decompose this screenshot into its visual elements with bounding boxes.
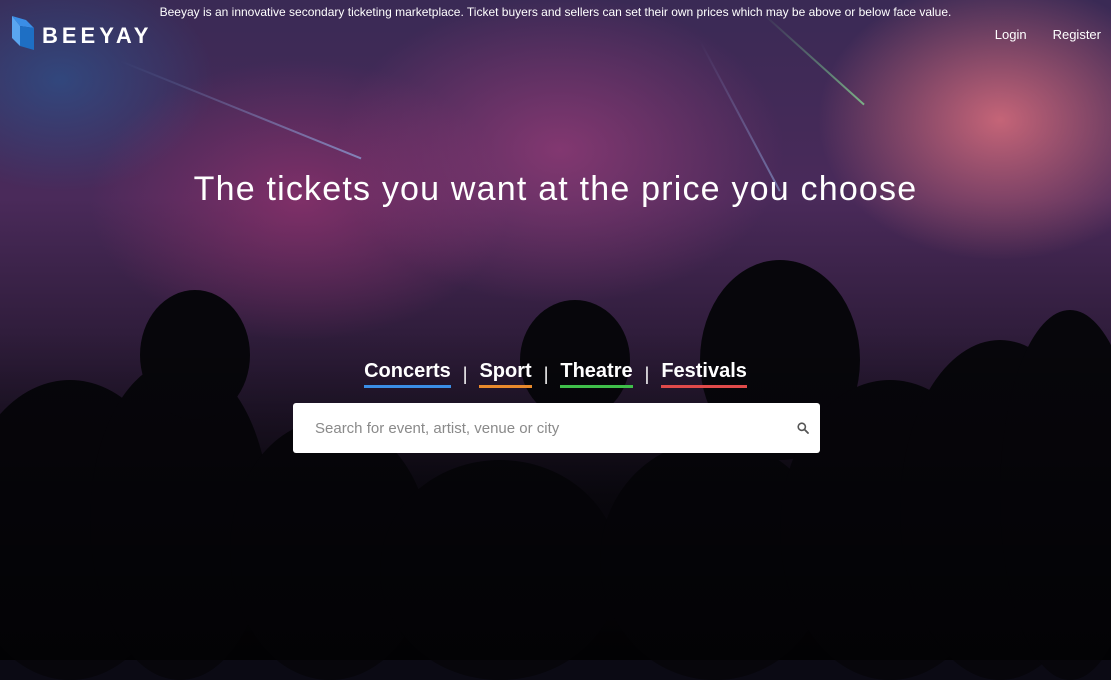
account-nav: Login Register [995,27,1101,42]
hero-headline: The tickets you want at the price you ch… [193,170,918,208]
category-sport-link[interactable]: Sport [479,360,532,388]
category-nav: Concerts | Sport | Theatre | Festivals [0,360,1111,388]
search-icon[interactable] [786,403,820,453]
category-separator: | [462,363,468,384]
category-festivals-link[interactable]: Festivals [661,360,747,388]
hero-vignette [0,0,1111,660]
search-input[interactable] [293,403,786,453]
category-concerts-link[interactable]: Concerts [364,360,451,388]
category-theatre-link[interactable]: Theatre [560,360,633,388]
category-separator: | [543,363,549,384]
search-bar [293,403,820,453]
logo-mark-icon [12,16,34,55]
logo-wordmark: BEEYAY [42,22,153,48]
site-logo[interactable]: BEEYAY [12,16,152,55]
site-tagline: Beeyay is an innovative secondary ticket… [159,5,952,19]
login-link[interactable]: Login [995,27,1027,42]
category-separator: | [644,363,650,384]
register-link[interactable]: Register [1053,27,1101,42]
